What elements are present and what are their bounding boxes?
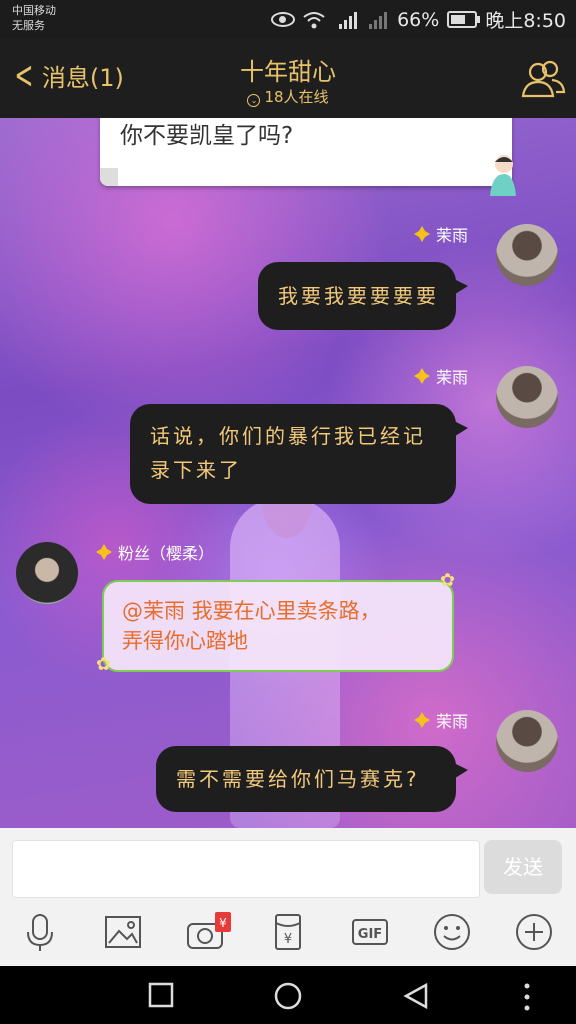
recent-apps-icon[interactable]: [148, 982, 174, 1008]
clock: 晚上8:50: [485, 10, 566, 32]
back-nav-icon[interactable]: [402, 982, 430, 1010]
input-toolbar: ¥ ¥ GIF: [0, 898, 576, 966]
image-icon[interactable]: [103, 912, 143, 952]
emoji-icon[interactable]: [432, 912, 472, 952]
signal-icon: [339, 11, 358, 29]
message-bubble[interactable]: 需不需要给你们马赛克?: [156, 746, 468, 812]
home-icon[interactable]: [274, 982, 302, 1010]
camera-icon[interactable]: ¥: [186, 912, 232, 952]
battery-percent: 66%: [397, 8, 440, 31]
card-message-text: 你不要凯皇了吗?: [120, 123, 294, 149]
status-bar: 中国移动 无服务 66% 晚上8:50: [0, 0, 576, 38]
sender-tag: 粉丝（樱柔）: [96, 540, 214, 564]
microphone-icon[interactable]: [20, 912, 60, 952]
sender-tag: 茉雨: [414, 708, 468, 732]
sender-name: 茉雨: [436, 712, 469, 731]
more-options-icon[interactable]: [522, 982, 532, 1012]
eye-icon: [271, 12, 296, 27]
avatar[interactable]: [496, 366, 558, 428]
diamond-icon: [414, 712, 430, 728]
message-bubble[interactable]: @茉雨 我要在心里卖条路， 弄得你心踏地: [102, 580, 454, 672]
message-text-line1: 话说，你们的暴行我已经记: [150, 424, 426, 448]
message-text: 我要我要要要要: [278, 284, 439, 308]
status-icons: 66% 晚上8:50: [271, 6, 566, 33]
message-bubble[interactable]: 我要我要要要要: [258, 262, 468, 330]
chevron-down-icon: ⌄: [247, 94, 261, 107]
message-text: 需不需要给你们马赛克?: [176, 767, 420, 791]
flower-icon: ✿: [440, 570, 456, 591]
plus-icon[interactable]: [514, 912, 554, 952]
avatar[interactable]: [496, 224, 558, 286]
navigation-bar: [0, 966, 576, 1024]
carrier-name: 中国移动: [12, 4, 56, 17]
sender-name: 茉雨: [436, 368, 469, 387]
send-button[interactable]: 发送: [484, 840, 562, 894]
group-title: 十年甜心: [240, 58, 336, 86]
sender-tag: 茉雨: [414, 364, 468, 388]
sender-name: 茉雨: [436, 226, 469, 245]
online-count-label: 18人在线: [264, 88, 329, 106]
diamond-icon: [414, 226, 430, 242]
chat-header: < 消息(1) 十年甜心 ⌄ 18人在线: [0, 38, 576, 118]
gif-icon[interactable]: GIF: [350, 912, 390, 952]
message-text: @茉雨 我要在心里卖条路， 弄得你心踏地: [122, 596, 442, 656]
flower-icon: ✿: [96, 654, 112, 675]
chat-area[interactable]: 你不要凯皇了吗? 茉雨 我要我要要要要 茉雨 话说，你们的暴行我已经记 录下来了…: [0, 118, 576, 828]
avatar[interactable]: [496, 710, 558, 772]
carrier-service: 无服务: [12, 19, 45, 32]
red-packet-icon[interactable]: ¥: [268, 912, 308, 952]
card-curl: [100, 168, 118, 186]
gif-label: GIF: [358, 927, 382, 942]
red-packet-symbol: ¥: [284, 932, 292, 947]
online-count[interactable]: ⌄ 18人在线: [0, 86, 576, 107]
diamond-icon: [414, 368, 430, 384]
message-text-line1: @茉雨 我要在心里卖条路，: [122, 599, 381, 623]
signal-icon-2: [369, 11, 388, 29]
avatar[interactable]: [16, 542, 78, 604]
message-text-line2: 录下来了: [150, 458, 242, 482]
card-message[interactable]: 你不要凯皇了吗?: [100, 118, 512, 186]
camera-badge: ¥: [219, 916, 227, 930]
sender-name: 粉丝（樱柔）: [118, 544, 215, 563]
input-bar: 发送: [0, 828, 576, 898]
diamond-icon: [96, 544, 112, 560]
sticker-icon: [490, 155, 516, 196]
wifi-icon: [303, 11, 325, 28]
message-bubble[interactable]: 话说，你们的暴行我已经记 录下来了: [130, 404, 468, 504]
battery-icon: [447, 11, 481, 28]
sender-tag: 茉雨: [414, 222, 468, 246]
carrier-info: 中国移动 无服务: [12, 3, 56, 33]
message-text-line2: 弄得你心踏地: [122, 629, 248, 653]
message-input[interactable]: [12, 840, 480, 898]
group-members-icon[interactable]: [520, 58, 566, 100]
